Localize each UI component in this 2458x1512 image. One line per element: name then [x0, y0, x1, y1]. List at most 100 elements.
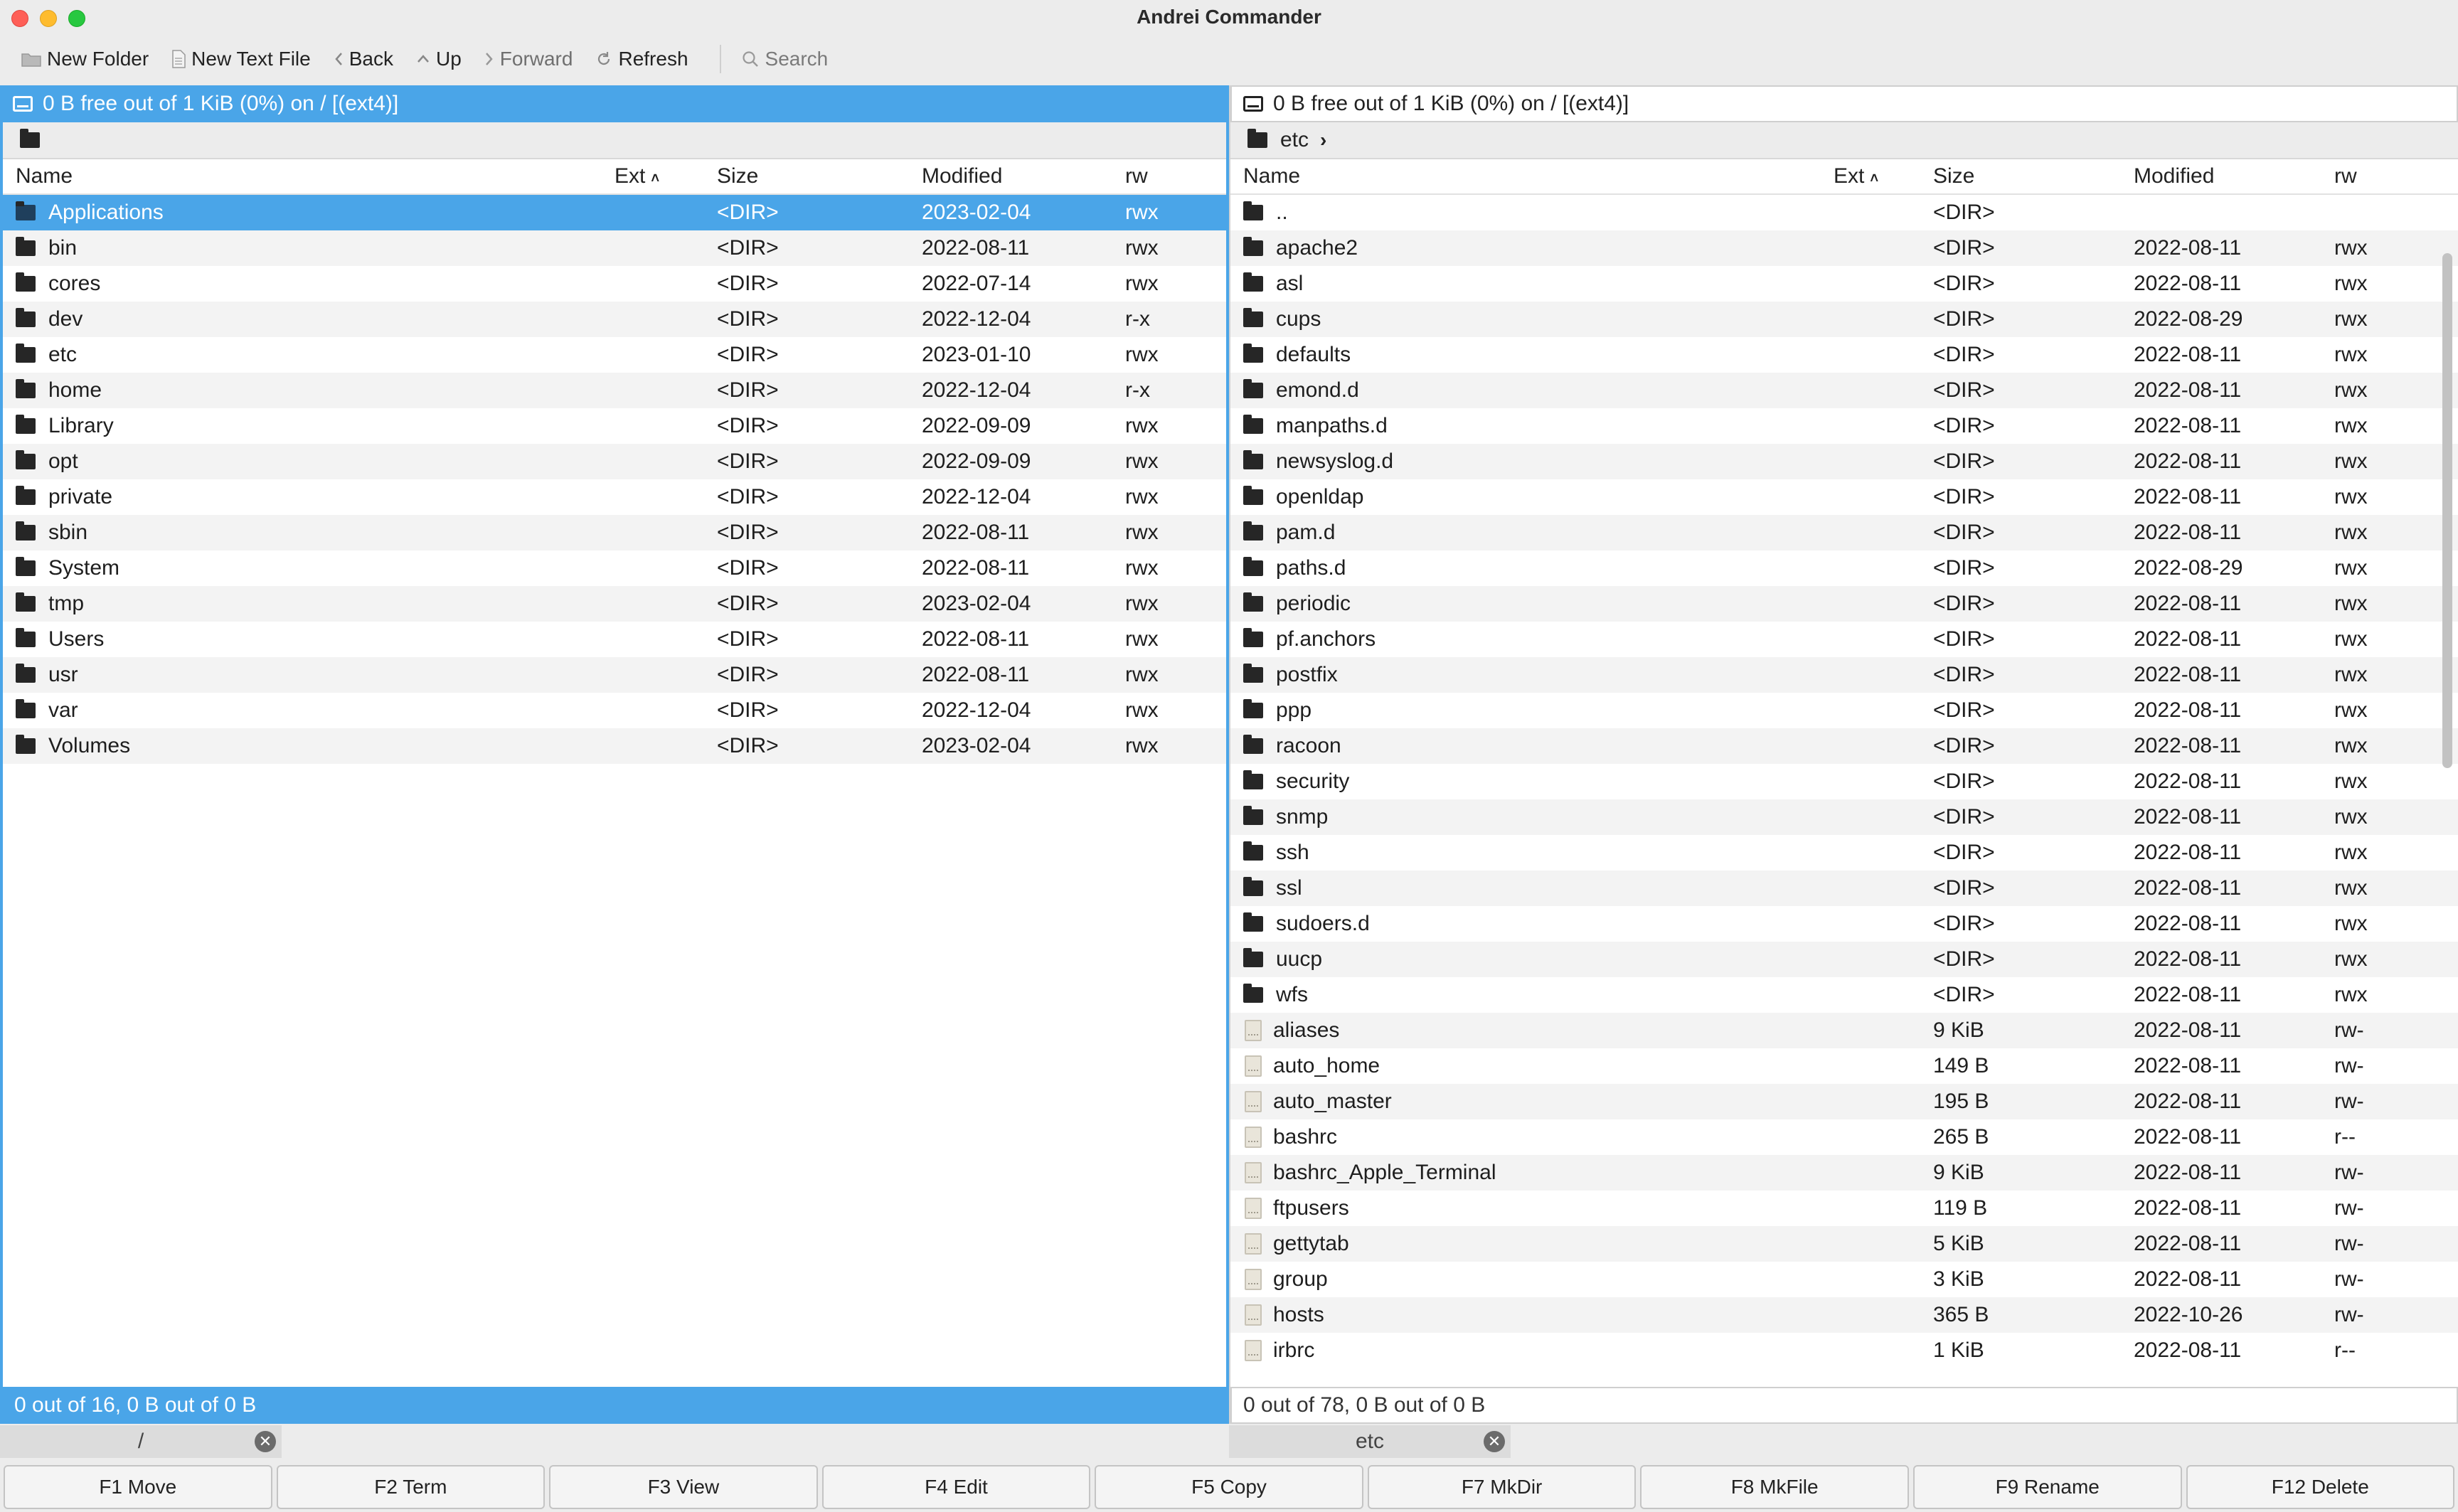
- file-row[interactable]: home <DIR> 2022-12-04 r-x: [3, 373, 1226, 408]
- mkdir-function-button[interactable]: F7 MkDir: [1367, 1465, 1637, 1509]
- file-row[interactable]: periodic <DIR> 2022-08-11 rwx: [1230, 586, 2458, 622]
- column-header-modified[interactable]: Modified: [2134, 164, 2334, 188]
- file-row[interactable]: asl <DIR> 2022-08-11 rwx: [1230, 266, 2458, 302]
- file-row[interactable]: Volumes <DIR> 2023-02-04 rwx: [3, 728, 1226, 764]
- file-row[interactable]: bashrc_Apple_Terminal 9 KiB 2022-08-11 rw-: [1230, 1155, 2458, 1191]
- file-row[interactable]: bashrc 265 B 2022-08-11 r--: [1230, 1119, 2458, 1155]
- file-row[interactable]: cores <DIR> 2022-07-14 rwx: [3, 266, 1226, 302]
- file-permissions: rwx: [2334, 485, 2368, 509]
- move-function-button[interactable]: F1 Move: [4, 1465, 272, 1509]
- file-permissions: rwx: [1125, 663, 1159, 686]
- file-size: <DIR>: [1933, 343, 1995, 366]
- file-row[interactable]: apache2 <DIR> 2022-08-11 rwx: [1230, 230, 2458, 266]
- file-row[interactable]: irbrc 1 KiB 2022-08-11 r--: [1230, 1333, 2458, 1368]
- file-row[interactable]: pf.anchors <DIR> 2022-08-11 rwx: [1230, 622, 2458, 657]
- file-row[interactable]: aliases 9 KiB 2022-08-11 rw-: [1230, 1013, 2458, 1048]
- file-row[interactable]: bin <DIR> 2022-08-11 rwx: [3, 230, 1226, 266]
- file-row[interactable]: group 3 KiB 2022-08-11 rw-: [1230, 1262, 2458, 1297]
- file-row[interactable]: ftpusers 119 B 2022-08-11 rw-: [1230, 1191, 2458, 1226]
- chevron-right-icon[interactable]: ›: [1320, 129, 1326, 151]
- file-modified: 2022-08-11: [922, 663, 1030, 686]
- file-row[interactable]: emond.d <DIR> 2022-08-11 rwx: [1230, 373, 2458, 408]
- file-name-cell: pam.d: [1230, 521, 1834, 545]
- forward-button[interactable]: Forward: [473, 41, 585, 77]
- file-row[interactable]: paths.d <DIR> 2022-08-29 rwx: [1230, 550, 2458, 586]
- close-icon[interactable]: ✕: [1484, 1431, 1505, 1452]
- left-tab[interactable]: / ✕: [0, 1425, 282, 1458]
- copy-function-button[interactable]: F5 Copy: [1095, 1465, 1363, 1509]
- file-row[interactable]: ppp <DIR> 2022-08-11 rwx: [1230, 693, 2458, 728]
- file-row[interactable]: System <DIR> 2022-08-11 rwx: [3, 550, 1226, 586]
- file-row[interactable]: hosts 365 B 2022-10-26 rw-: [1230, 1297, 2458, 1333]
- file-row[interactable]: gettytab 5 KiB 2022-08-11 rw-: [1230, 1226, 2458, 1262]
- column-header-modified[interactable]: Modified: [922, 164, 1125, 188]
- file-row[interactable]: private <DIR> 2022-12-04 rwx: [3, 479, 1226, 515]
- delete-function-button[interactable]: F12 Delete: [2186, 1465, 2455, 1509]
- right-panel[interactable]: 0 B free out of 1 KiB (0%) on / [(ext4)]…: [1229, 85, 2458, 1424]
- file-row[interactable]: defaults <DIR> 2022-08-11 rwx: [1230, 337, 2458, 373]
- column-header-size[interactable]: Size: [1933, 164, 2134, 188]
- column-header-ext[interactable]: Ext ˄: [614, 164, 717, 188]
- back-button[interactable]: Back: [322, 41, 405, 77]
- mkfile-function-button[interactable]: F8 MkFile: [1640, 1465, 1909, 1509]
- new-text-file-button[interactable]: New Text File: [160, 41, 322, 77]
- file-row[interactable]: ssh <DIR> 2022-08-11 rwx: [1230, 835, 2458, 871]
- file-name: ftpusers: [1273, 1196, 1349, 1220]
- file-row[interactable]: racoon <DIR> 2022-08-11 rwx: [1230, 728, 2458, 764]
- rename-function-button[interactable]: F9 Rename: [1912, 1465, 2182, 1509]
- file-row[interactable]: newsyslog.d <DIR> 2022-08-11 rwx: [1230, 444, 2458, 479]
- file-row[interactable]: snmp <DIR> 2022-08-11 rwx: [1230, 799, 2458, 835]
- file-row[interactable]: pam.d <DIR> 2022-08-11 rwx: [1230, 515, 2458, 550]
- file-row[interactable]: auto_master 195 B 2022-08-11 rw-: [1230, 1084, 2458, 1119]
- column-header-rw[interactable]: rw: [2334, 164, 2405, 188]
- file-row[interactable]: postfix <DIR> 2022-08-11 rwx: [1230, 657, 2458, 693]
- left-breadcrumb[interactable]: [3, 122, 1226, 159]
- right-scrollbar[interactable]: [2442, 253, 2452, 768]
- file-permissions: rw-: [2334, 1090, 2364, 1113]
- column-header-ext[interactable]: Ext ˄: [1834, 164, 1933, 188]
- edit-function-button[interactable]: F4 Edit: [821, 1465, 1091, 1509]
- column-header-rw[interactable]: rw: [1125, 164, 1196, 188]
- folder-icon: [1243, 770, 1263, 789]
- left-panel[interactable]: 0 B free out of 1 KiB (0%) on / [(ext4)]…: [0, 85, 1229, 1424]
- folder-icon: [16, 415, 36, 434]
- file-row[interactable]: tmp <DIR> 2023-02-04 rwx: [3, 586, 1226, 622]
- file-row[interactable]: Applications <DIR> 2023-02-04 rwx: [3, 195, 1226, 230]
- file-row[interactable]: .. <DIR>: [1230, 195, 2458, 230]
- file-row[interactable]: dev <DIR> 2022-12-04 r-x: [3, 302, 1226, 337]
- right-breadcrumb[interactable]: etc ›: [1230, 122, 2458, 159]
- file-row[interactable]: usr <DIR> 2022-08-11 rwx: [3, 657, 1226, 693]
- right-path-label[interactable]: etc: [1280, 128, 1309, 152]
- file-row[interactable]: Users <DIR> 2022-08-11 rwx: [3, 622, 1226, 657]
- column-header-name[interactable]: Name: [3, 164, 614, 188]
- term-function-button[interactable]: F2 Term: [276, 1465, 546, 1509]
- file-row[interactable]: security <DIR> 2022-08-11 rwx: [1230, 764, 2458, 799]
- folder-icon: [21, 51, 41, 67]
- up-button[interactable]: Up: [405, 41, 473, 77]
- refresh-icon: [595, 50, 612, 68]
- file-row[interactable]: openldap <DIR> 2022-08-11 rwx: [1230, 479, 2458, 515]
- new-folder-button[interactable]: New Folder: [10, 41, 160, 77]
- file-row[interactable]: manpaths.d <DIR> 2022-08-11 rwx: [1230, 408, 2458, 444]
- file-row[interactable]: wfs <DIR> 2022-08-11 rwx: [1230, 977, 2458, 1013]
- file-row[interactable]: auto_home 149 B 2022-08-11 rw-: [1230, 1048, 2458, 1084]
- file-row[interactable]: sbin <DIR> 2022-08-11 rwx: [3, 515, 1226, 550]
- file-row[interactable]: uucp <DIR> 2022-08-11 rwx: [1230, 942, 2458, 977]
- file-row[interactable]: sudoers.d <DIR> 2022-08-11 rwx: [1230, 906, 2458, 942]
- file-row[interactable]: etc <DIR> 2023-01-10 rwx: [3, 337, 1226, 373]
- folder-icon: [1243, 806, 1263, 825]
- file-row[interactable]: var <DIR> 2022-12-04 rwx: [3, 693, 1226, 728]
- file-row[interactable]: Library <DIR> 2022-09-09 rwx: [3, 408, 1226, 444]
- file-row[interactable]: ssl <DIR> 2022-08-11 rwx: [1230, 871, 2458, 906]
- column-header-size[interactable]: Size: [717, 164, 922, 188]
- column-header-name[interactable]: Name: [1230, 164, 1834, 188]
- search-field[interactable]: Search: [741, 48, 828, 70]
- close-icon[interactable]: ✕: [255, 1431, 276, 1452]
- file-name-cell: cores: [3, 272, 614, 296]
- file-row[interactable]: cups <DIR> 2022-08-29 rwx: [1230, 302, 2458, 337]
- folder-icon: [1243, 628, 1263, 647]
- refresh-button[interactable]: Refresh: [584, 41, 699, 77]
- right-tab[interactable]: etc ✕: [1229, 1425, 1511, 1458]
- view-function-button[interactable]: F3 View: [549, 1465, 818, 1509]
- file-row[interactable]: opt <DIR> 2022-09-09 rwx: [3, 444, 1226, 479]
